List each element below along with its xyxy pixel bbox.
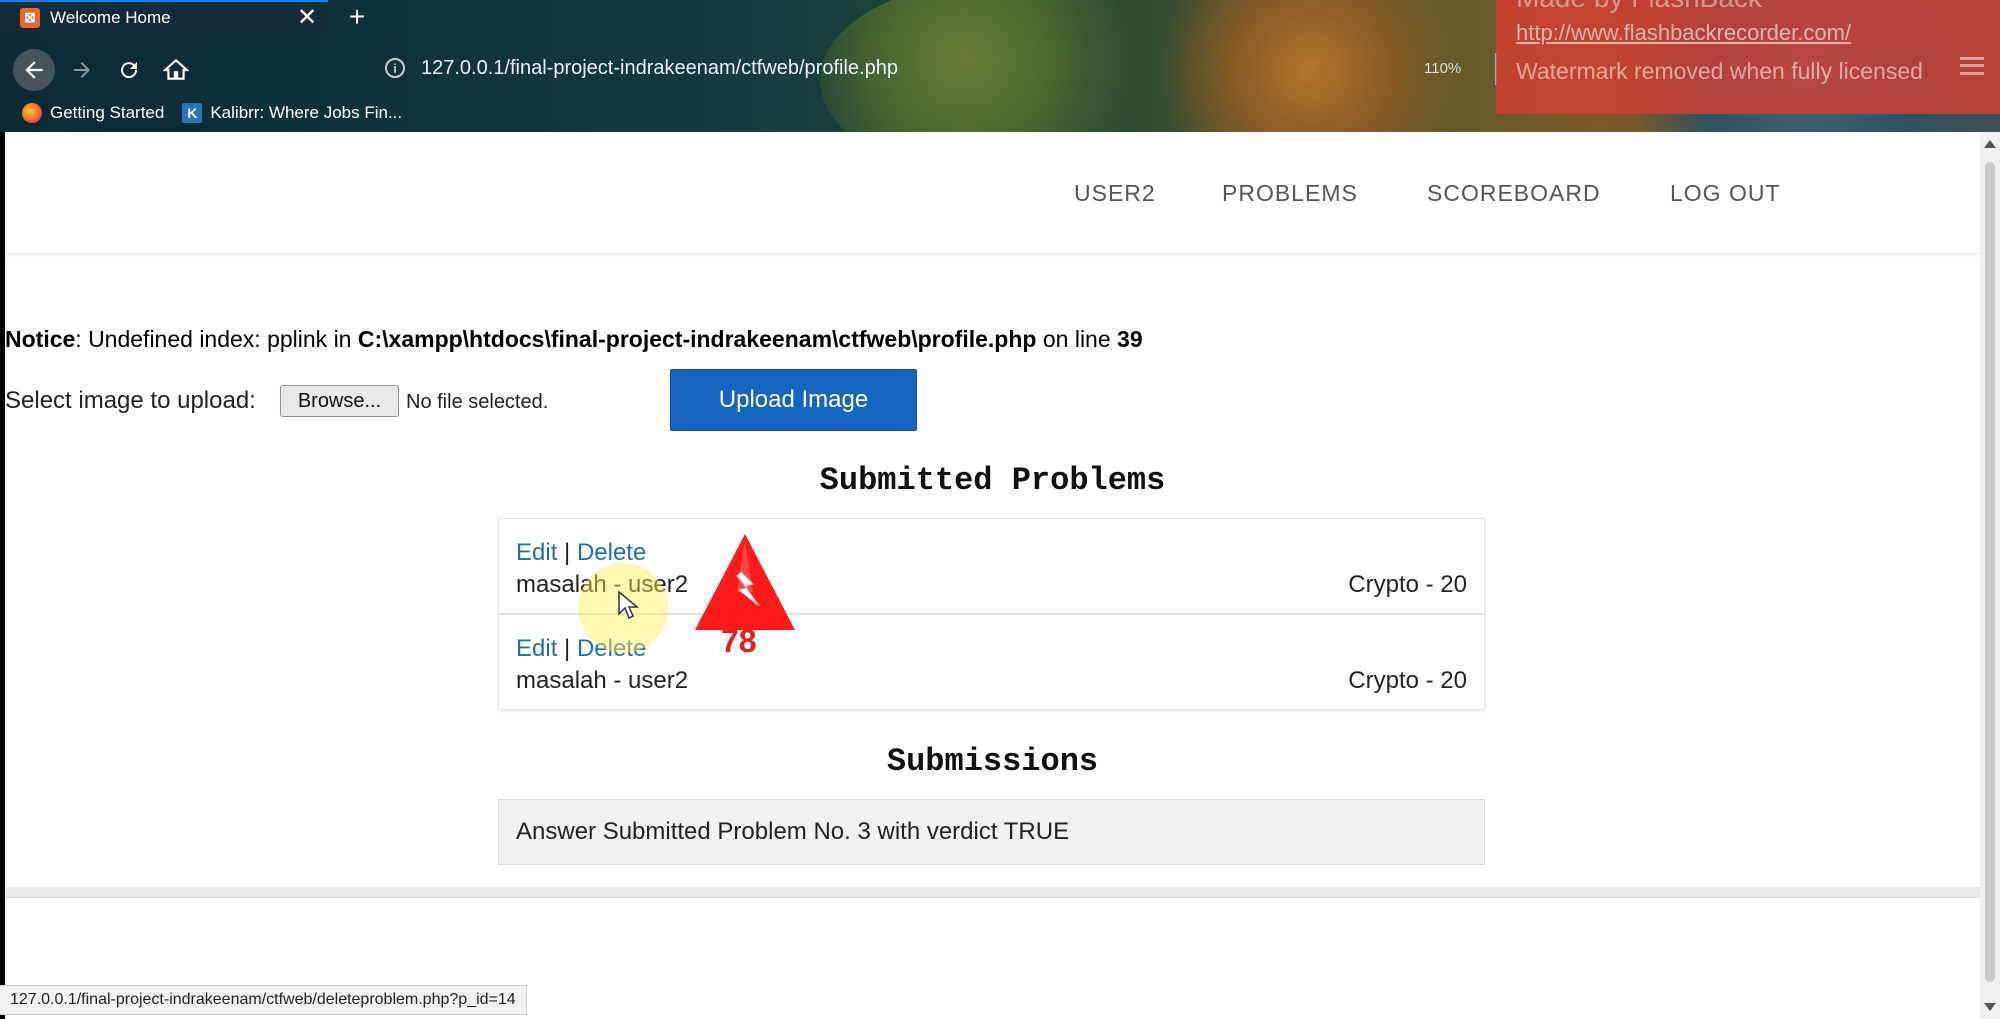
firefox-icon: [22, 103, 42, 123]
close-tab-icon[interactable]: ✕: [292, 3, 322, 33]
back-button[interactable]: [13, 49, 55, 91]
reload-icon: [121, 62, 138, 79]
zoom-indicator[interactable]: 110%: [1424, 60, 1461, 77]
upload-label: Select image to upload:: [5, 387, 256, 414]
notice-label: Notice: [5, 326, 76, 352]
bookmark-label: Kalibrr: Where Jobs Fin...: [210, 103, 403, 122]
bookmark-getting-started[interactable]: Getting Started: [22, 103, 164, 123]
bookmark-kalibrr[interactable]: K Kalibrr: Where Jobs Fin...: [182, 103, 402, 123]
arrow-right-icon: [74, 62, 90, 78]
vertical-scrollbar[interactable]: [1980, 132, 2000, 1019]
bookmark-label: Getting Started: [50, 103, 165, 122]
browse-file-button[interactable]: Browse...: [280, 385, 399, 417]
footer-line: [5, 897, 1980, 898]
notice-line-number: 39: [1117, 326, 1143, 352]
tab-title: Welcome Home: [50, 7, 171, 27]
xampp-favicon-icon: ⊠: [20, 7, 40, 28]
scroll-down-arrow-icon[interactable]: [1984, 1003, 1996, 1011]
kalibrr-icon: K: [182, 103, 203, 123]
watermark-header: Made by FlashBack: [1516, 0, 1762, 14]
home-icon: [163, 58, 189, 80]
notice-on-line: on line: [1036, 326, 1118, 352]
notice-message: : Undefined index: pplink in: [75, 326, 358, 352]
submissions-title: Submissions: [886, 743, 1099, 780]
forward-button[interactable]: [61, 49, 103, 91]
site-navbar: USER2 PROBLEMS SCOREBOARD LOG OUT: [5, 132, 1980, 254]
submission-item: Answer Submitted Problem No. 3 with verd…: [498, 799, 1485, 865]
footer-divider: [5, 887, 1980, 897]
upload-image-button[interactable]: Upload Image: [670, 369, 917, 431]
scroll-thumb[interactable]: [1985, 162, 1995, 982]
page-viewport: USER2 PROBLEMS SCOREBOARD LOG OUT Notice…: [5, 132, 1980, 1019]
watermark-note: Watermark removed when fully licensed: [1516, 58, 1923, 84]
hamburger-menu-icon[interactable]: [1960, 57, 1984, 75]
nav-scoreboard-link[interactable]: SCOREBOARD: [1427, 180, 1601, 207]
click-counter-number: 78: [721, 623, 757, 659]
edit-problem-link[interactable]: Edit: [516, 635, 557, 662]
watermark-url: http://www.flashbackrecorder.com/: [1516, 20, 1852, 45]
mouse-cursor-icon: [618, 590, 640, 620]
recorder-watermark: Made by FlashBack http://www.flashbackre…: [1496, 0, 2000, 114]
nav-user-link[interactable]: USER2: [1074, 180, 1156, 207]
tab-welcome-home[interactable]: ⊠ Welcome Home ✕: [0, 0, 328, 33]
new-tab-button[interactable]: +: [340, 0, 374, 33]
home-button[interactable]: [155, 49, 197, 91]
bookmarks-bar: Getting Started K Kalibrr: Where Jobs Fi…: [0, 99, 1500, 127]
php-notice: Notice: Undefined index: pplink in C:\xa…: [5, 326, 1143, 353]
submission-text: Answer Submitted Problem No. 3 with verd…: [516, 818, 1070, 845]
edit-problem-link[interactable]: Edit: [516, 539, 557, 566]
delete-problem-link[interactable]: Delete: [577, 539, 646, 566]
problem-category-points: Crypto - 20: [1348, 571, 1467, 598]
url-bar[interactable]: 127.0.0.1/final-project-indrakeenam/ctfw…: [421, 57, 898, 80]
action-separator: |: [557, 635, 577, 662]
problem-name: masalah - user2: [516, 667, 689, 694]
problem-category-points: Crypto - 20: [1348, 667, 1467, 694]
browser-chrome: ⊠ Welcome Home ✕ + i 127.0.0.1/final-pro…: [0, 0, 2000, 132]
nav-problems-link[interactable]: PROBLEMS: [1222, 180, 1358, 207]
action-separator: |: [557, 539, 577, 566]
notice-path: C:\xampp\htdocs\final-project-indrakeena…: [357, 326, 1037, 352]
link-status-bar: 127.0.0.1/final-project-indrakeenam/ctfw…: [0, 985, 527, 1015]
click-counter-badge-icon: [695, 534, 795, 630]
submitted-problems-title: Submitted Problems: [819, 462, 1166, 499]
nav-logout-link[interactable]: LOG OUT: [1670, 180, 1781, 207]
selected-file-text: No file selected.: [406, 391, 549, 413]
site-info-icon[interactable]: i: [385, 58, 405, 78]
scroll-up-arrow-icon[interactable]: [1984, 140, 1996, 148]
arrow-left-icon: [25, 61, 43, 79]
reload-button[interactable]: [108, 49, 150, 91]
